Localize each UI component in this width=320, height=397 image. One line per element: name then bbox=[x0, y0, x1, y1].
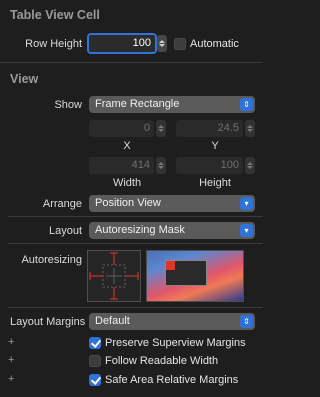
width-label: Width bbox=[112, 177, 142, 189]
height-stepper[interactable] bbox=[245, 157, 255, 174]
row-height-label: Row Height bbox=[25, 38, 82, 50]
table-view-cell-section-title: Table View Cell bbox=[10, 8, 100, 22]
add-variation-button[interactable]: + bbox=[8, 373, 14, 385]
layout-margins-popup-value: Default bbox=[95, 315, 130, 327]
popup-arrows-icon: ⇕ bbox=[240, 315, 253, 328]
view-section-title: View bbox=[10, 72, 39, 86]
arrange-popup-value: Position View bbox=[95, 197, 161, 209]
autoresizing-mask-control[interactable] bbox=[87, 250, 141, 302]
x-label: X bbox=[123, 140, 131, 152]
divider bbox=[8, 307, 263, 308]
struts-springs-icon bbox=[89, 252, 139, 300]
automatic-label: Automatic bbox=[190, 38, 239, 50]
layout-popup-value: Autoresizing Mask bbox=[95, 224, 185, 236]
add-variation-button[interactable]: + bbox=[8, 336, 14, 348]
height-label: Height bbox=[199, 177, 231, 189]
layout-margins-label: Layout Margins bbox=[10, 316, 86, 328]
layout-popup[interactable]: Autoresizing Mask ▾ bbox=[89, 222, 255, 239]
autoresizing-label: Autoresizing bbox=[21, 254, 82, 266]
arrange-label: Arrange bbox=[42, 198, 82, 210]
preserve-superview-margins-label: Preserve Superview Margins bbox=[105, 337, 246, 349]
safe-area-relative-margins-checkbox[interactable] bbox=[89, 374, 101, 386]
x-stepper[interactable] bbox=[156, 120, 166, 137]
add-variation-button[interactable]: + bbox=[8, 354, 14, 366]
layout-label: Layout bbox=[48, 225, 82, 237]
show-label: Show bbox=[54, 99, 82, 111]
height-field[interactable]: 100 bbox=[176, 157, 243, 174]
autoresizing-preview bbox=[146, 250, 244, 302]
follow-readable-width-label: Follow Readable Width bbox=[105, 355, 219, 367]
y-stepper[interactable] bbox=[245, 120, 255, 137]
preserve-superview-margins-checkbox[interactable] bbox=[89, 337, 101, 349]
chevron-down-icon: ▾ bbox=[240, 224, 253, 237]
chevron-down-icon: ▾ bbox=[240, 197, 253, 210]
row-height-field[interactable]: 100 bbox=[87, 33, 157, 54]
y-field[interactable]: 24.5 bbox=[176, 120, 243, 137]
divider bbox=[8, 216, 263, 217]
x-field[interactable]: 0 bbox=[89, 120, 154, 137]
show-popup-value: Frame Rectangle bbox=[95, 98, 180, 110]
width-field[interactable]: 414 bbox=[89, 157, 154, 174]
y-label: Y bbox=[211, 140, 219, 152]
show-popup[interactable]: Frame Rectangle ⇕ bbox=[89, 96, 255, 113]
automatic-checkbox[interactable] bbox=[174, 38, 186, 50]
follow-readable-width-checkbox[interactable] bbox=[89, 355, 101, 367]
divider bbox=[8, 243, 263, 244]
section-divider bbox=[0, 62, 263, 63]
safe-area-relative-margins-label: Safe Area Relative Margins bbox=[105, 374, 239, 386]
width-stepper[interactable] bbox=[156, 157, 166, 174]
row-height-stepper[interactable] bbox=[157, 35, 167, 52]
arrange-popup[interactable]: Position View ▾ bbox=[89, 195, 255, 212]
popup-arrows-icon: ⇕ bbox=[240, 98, 253, 111]
layout-margins-popup[interactable]: Default ⇕ bbox=[89, 313, 255, 330]
preview-origin-marker bbox=[166, 261, 175, 270]
